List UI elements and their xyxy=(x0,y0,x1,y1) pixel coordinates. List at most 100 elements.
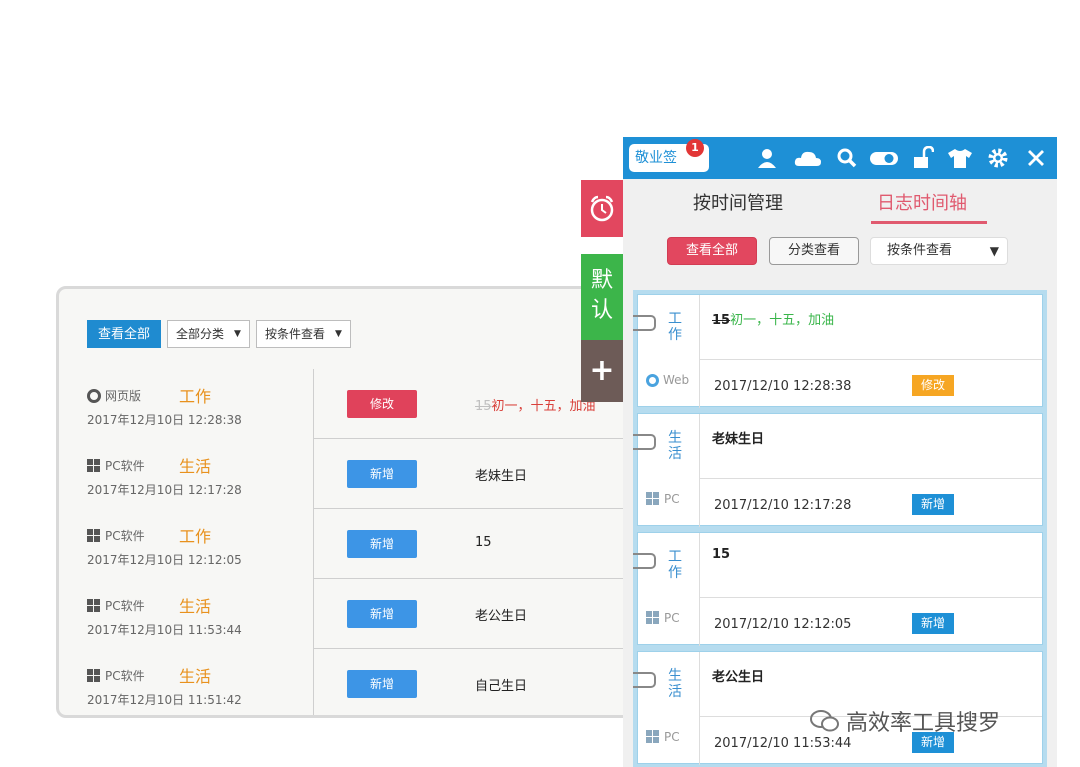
clip-icon xyxy=(633,434,656,450)
action-badge: 新增 xyxy=(347,600,417,628)
history-toolbar: 查看全部 全部分类 ▼ 按条件查看 ▼ xyxy=(87,320,351,348)
windows-icon xyxy=(87,598,101,613)
card-category-column: 生活 PC xyxy=(633,652,700,765)
toggle-icon[interactable] xyxy=(869,146,899,170)
history-row: PC软件 生活 2017年12月10日 12:17:28 新增 老妹生日 xyxy=(59,439,653,509)
search-icon[interactable] xyxy=(836,146,858,170)
caret-down-icon: ▼ xyxy=(234,329,241,339)
notification-badge[interactable]: 1 xyxy=(686,139,704,157)
card-source: PC xyxy=(646,492,680,506)
default-category-tab[interactable]: 默 认 xyxy=(581,254,623,340)
history-list: 网页版 工作 2017年12月10日 12:28:38 修改 15初一，十五，加… xyxy=(59,369,653,715)
card-source: PC xyxy=(646,730,680,744)
action-badge: 新增 xyxy=(347,670,417,698)
row-time: 2017年12月10日 12:17:28 xyxy=(87,483,242,497)
condition-select-value: 按条件查看 xyxy=(264,327,325,341)
card-category-column: 工作 PC xyxy=(633,533,700,646)
row-category: 工作 xyxy=(179,527,212,546)
close-icon[interactable] xyxy=(1025,146,1047,170)
condition-select[interactable]: 按条件查看 ▼ xyxy=(255,320,351,348)
divider xyxy=(700,597,1042,598)
card-source-label: PC xyxy=(664,730,680,744)
card-time: 2017/12/10 11:53:44 xyxy=(714,736,852,751)
windows-icon xyxy=(87,668,101,683)
card-title: 老妹生日 xyxy=(712,432,765,447)
category-select-value: 全部分类 xyxy=(176,327,225,341)
row-content-prefix: 15 xyxy=(475,399,492,414)
history-row: PC软件 生活 2017年12月10日 11:53:44 新增 老公生日 xyxy=(59,579,653,649)
row-content: 15 xyxy=(475,535,492,550)
clip-icon xyxy=(633,672,656,688)
divider xyxy=(700,478,1042,479)
row-source: PC软件 xyxy=(87,667,145,684)
card-title-text: 初一，十五，加油 xyxy=(730,313,835,328)
tab-timeline[interactable]: 日志时间轴 xyxy=(877,189,967,215)
watermark: 高效率工具搜罗 xyxy=(810,705,1000,737)
add-category-button[interactable]: + xyxy=(581,340,623,402)
alarm-tab[interactable] xyxy=(581,180,623,237)
card-time: 2017/12/10 12:28:38 xyxy=(714,379,852,394)
card-category-column: 生活 PC xyxy=(633,414,700,527)
row-source-label: PC软件 xyxy=(105,529,145,543)
history-row: PC软件 生活 2017年12月10日 11:51:42 新增 自己生日 xyxy=(59,649,653,715)
row-source: PC软件 xyxy=(87,597,145,614)
timeline-card[interactable]: 工作 Web 15初一，十五，加油 2017/12/10 12:28:38 修改 xyxy=(633,294,1043,408)
divider xyxy=(700,359,1042,360)
category-select[interactable]: 全部分类 ▼ xyxy=(167,320,250,348)
card-category: 工作 xyxy=(668,549,682,581)
card-action-badge: 新增 xyxy=(912,613,954,634)
card-time: 2017/12/10 12:17:28 xyxy=(714,498,852,513)
shirt-icon[interactable] xyxy=(947,146,973,170)
card-source: Web xyxy=(646,373,689,387)
windows-icon xyxy=(646,611,660,625)
card-category: 生活 xyxy=(668,668,682,700)
row-time: 2017年12月10日 12:28:38 xyxy=(87,413,242,427)
ie-icon xyxy=(87,388,101,403)
action-badge: 修改 xyxy=(347,390,417,418)
view-by-category-button[interactable]: 分类查看 xyxy=(769,237,859,265)
watermark-text: 高效率工具搜罗 xyxy=(846,711,1001,736)
view-all-button[interactable]: 查看全部 xyxy=(87,320,162,348)
history-row: PC软件 工作 2017年12月10日 12:12:05 新增 15 xyxy=(59,509,653,579)
card-source: PC xyxy=(646,611,680,625)
action-badge: 新增 xyxy=(347,460,417,488)
row-content: 老公生日 xyxy=(475,609,528,624)
windows-icon xyxy=(87,458,101,473)
mode-tabs: 按时间管理 日志时间轴 xyxy=(623,179,1057,229)
clip-icon xyxy=(633,315,656,331)
card-title: 15初一，十五，加油 xyxy=(712,309,834,328)
row-content-text: 初一，十五，加油 xyxy=(491,399,596,414)
action-badge: 新增 xyxy=(347,530,417,558)
user-icon[interactable] xyxy=(756,146,778,170)
lock-icon[interactable] xyxy=(912,146,934,170)
card-action-badge: 修改 xyxy=(912,375,954,396)
gear-icon[interactable] xyxy=(987,146,1009,170)
row-time: 2017年12月10日 12:12:05 xyxy=(87,553,242,567)
view-all-button[interactable]: 查看全部 xyxy=(667,237,757,265)
card-category: 生活 xyxy=(668,430,682,462)
row-category: 工作 xyxy=(179,387,212,406)
divider xyxy=(313,439,314,509)
app-title-bar: 敬业签 1 xyxy=(623,137,1057,179)
windows-icon xyxy=(646,730,660,744)
row-source-label: PC软件 xyxy=(105,669,145,683)
condition-select[interactable]: 按条件查看 ▼ xyxy=(870,237,1008,265)
tab-by-time[interactable]: 按时间管理 xyxy=(693,189,783,215)
row-content: 15初一，十五，加油 xyxy=(475,395,596,414)
cloud-icon[interactable] xyxy=(794,146,822,170)
caret-down-icon: ▼ xyxy=(334,329,342,339)
card-title-prefix: 15 xyxy=(712,313,731,328)
wechat-icon xyxy=(810,710,839,732)
row-content: 自己生日 xyxy=(475,679,528,694)
row-category: 生活 xyxy=(179,597,212,616)
app-window: 敬业签 1 按时间管理 日志时间轴 查看全部 分类查看 按条件查看 ▼ 工作 W… xyxy=(623,137,1057,767)
timeline-card[interactable]: 生活 PC 老妹生日 2017/12/10 12:17:28 新增 xyxy=(633,413,1043,527)
card-action-badge: 新增 xyxy=(912,494,954,515)
row-source-label: PC软件 xyxy=(105,459,145,473)
divider xyxy=(313,369,314,439)
windows-icon xyxy=(646,492,660,506)
timeline-card[interactable]: 工作 PC 15 2017/12/10 12:12:05 新增 xyxy=(633,532,1043,646)
card-title: 老公生日 xyxy=(712,670,765,685)
row-category: 生活 xyxy=(179,667,212,686)
ie-icon xyxy=(646,373,659,387)
